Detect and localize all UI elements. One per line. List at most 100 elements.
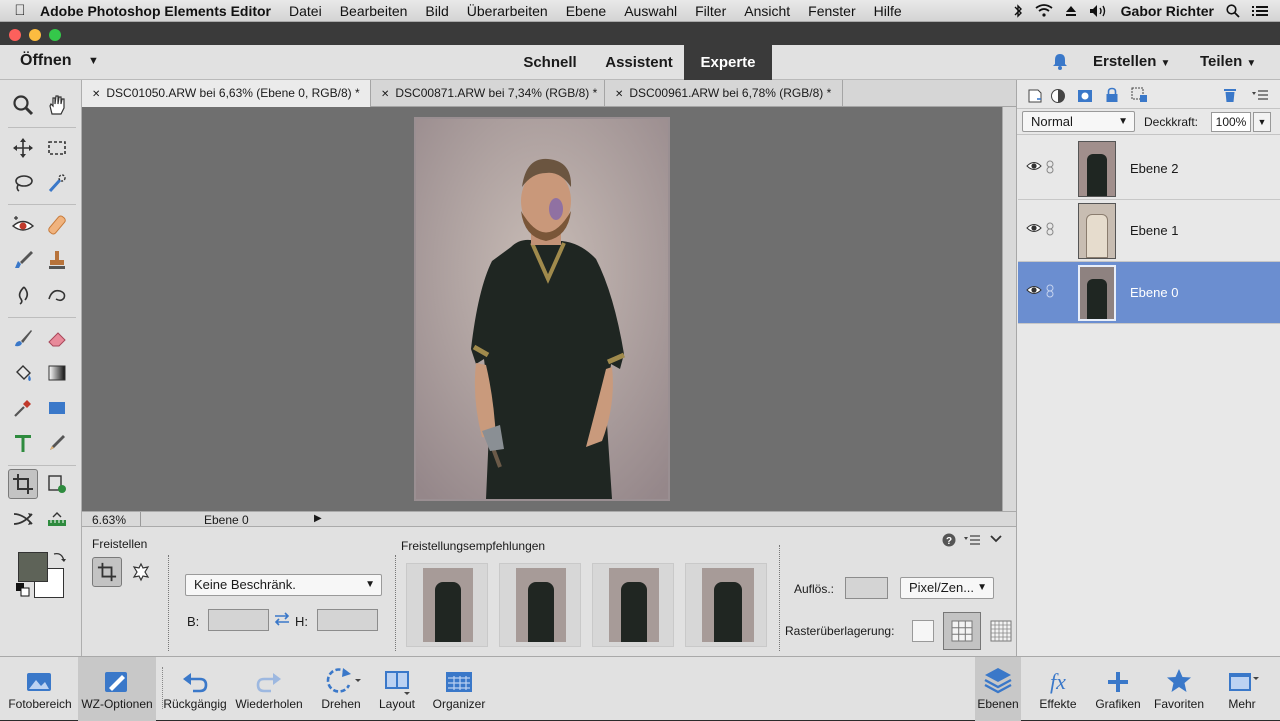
share-menu[interactable]: Teilen ▼ [1200, 53, 1256, 70]
notification-list-icon[interactable] [1252, 5, 1268, 17]
close-window-button[interactable] [9, 29, 21, 41]
more-button[interactable]: Mehr [1214, 657, 1270, 721]
crop-tool-icon[interactable] [8, 469, 38, 499]
layer-row-ebene-0[interactable]: Ebene 0 [1018, 262, 1280, 324]
doc-tab-3[interactable]: ✕ DSC00961.ARW bei 6,78% (RGB/8) * [605, 80, 843, 107]
layer-row-ebene-2[interactable]: Ebene 2 [1018, 138, 1280, 200]
doc-tab-2[interactable]: ✕ DSC00871.ARW bei 7,34% (RGB/8) * [371, 80, 605, 107]
menu-bild[interactable]: Bild [425, 3, 448, 19]
apple-icon[interactable]:  [0, 2, 40, 19]
graphics-button[interactable]: Grafiken [1092, 657, 1144, 721]
smudge-tool-icon[interactable] [42, 280, 72, 310]
vertical-scrollbar[interactable] [1002, 107, 1016, 511]
rectangle-shape-tool-icon[interactable] [42, 393, 72, 423]
eject-icon[interactable] [1065, 5, 1077, 17]
layer-mask-icon[interactable] [1077, 88, 1093, 104]
zoom-tool-icon[interactable] [8, 90, 38, 120]
open-button[interactable]: Öffnen [20, 52, 72, 70]
default-colors-icon[interactable] [16, 583, 30, 597]
type-tool-icon[interactable] [8, 428, 38, 458]
foreground-color-swatch[interactable] [18, 552, 48, 582]
layer-link-icon[interactable] [1046, 284, 1054, 298]
layer-visibility-eye-icon[interactable] [1026, 222, 1042, 234]
grid-overlay-thirds-button[interactable] [943, 612, 981, 650]
menu-ansicht[interactable]: Ansicht [744, 3, 790, 19]
create-menu[interactable]: Erstellen ▼ [1093, 53, 1170, 70]
user-menu[interactable]: Gabor Richter [1121, 3, 1214, 19]
resolution-input[interactable] [845, 577, 888, 599]
lasso-tool-icon[interactable] [8, 168, 38, 198]
wifi-icon[interactable] [1035, 4, 1053, 17]
favorites-button[interactable]: Favoriten [1150, 657, 1208, 721]
layers-button[interactable]: Ebenen [975, 657, 1021, 721]
menu-hilfe[interactable]: Hilfe [874, 3, 902, 19]
quick-selection-tool-icon[interactable] [42, 168, 72, 198]
menu-bearbeiten[interactable]: Bearbeiten [340, 3, 408, 19]
brush-tool-icon[interactable] [8, 323, 38, 353]
spotlight-search-icon[interactable] [1226, 3, 1240, 18]
tool-options-button[interactable]: WZ-Optionen [78, 657, 156, 721]
menu-auswahl[interactable]: Auswahl [624, 3, 677, 19]
mode-tab-schnell[interactable]: Schnell [508, 45, 592, 80]
red-eye-tool-icon[interactable] [8, 210, 38, 240]
app-menu[interactable]: Adobe Photoshop Elements Editor [40, 3, 271, 19]
rotate-button[interactable]: Drehen [308, 657, 374, 721]
document-image[interactable] [414, 117, 670, 501]
smart-brush-tool-icon[interactable] [8, 245, 38, 275]
grid-overlay-grid-button[interactable] [990, 620, 1012, 642]
redo-button[interactable]: Wiederholen [232, 657, 306, 721]
blend-mode-dropdown[interactable]: Normal ▼ [1022, 111, 1135, 132]
cookie-cutter-icon[interactable] [126, 557, 156, 587]
panel-menu-icon[interactable] [1252, 89, 1268, 101]
move-tool-icon[interactable] [8, 133, 38, 163]
height-input[interactable] [317, 609, 378, 631]
paint-bucket-tool-icon[interactable] [8, 358, 38, 388]
grid-overlay-none-button[interactable] [912, 620, 934, 642]
swap-colors-icon[interactable] [52, 550, 66, 564]
options-menu-icon[interactable] [964, 534, 980, 546]
undo-button[interactable]: Rückgängig [160, 657, 230, 721]
blur-tool-icon[interactable] [8, 280, 38, 310]
bluetooth-icon[interactable] [1013, 3, 1023, 18]
recompose-tool-icon[interactable] [42, 469, 72, 499]
organizer-button[interactable]: Organizer [426, 657, 492, 721]
layer-link-icon[interactable] [1046, 160, 1054, 174]
constraint-dropdown[interactable]: Keine Beschränk. ▼ [185, 574, 382, 596]
eraser-tool-icon[interactable] [42, 323, 72, 353]
menu-datei[interactable]: Datei [289, 3, 322, 19]
trash-icon[interactable] [1223, 87, 1237, 103]
collapse-options-icon[interactable] [990, 534, 1002, 544]
opacity-dropdown-icon[interactable]: ▼ [1253, 112, 1271, 132]
resolution-unit-dropdown[interactable]: Pixel/Zen... ▼ [900, 577, 994, 599]
menu-filter[interactable]: Filter [695, 3, 726, 19]
content-aware-move-icon[interactable] [8, 504, 38, 534]
swap-dimensions-icon[interactable] [274, 612, 290, 626]
lock-transparent-icon[interactable] [1131, 87, 1149, 103]
effects-button[interactable]: fx Effekte [1033, 657, 1083, 721]
eyedropper-tool-icon[interactable] [8, 393, 38, 423]
zoom-window-button[interactable] [49, 29, 61, 41]
layer-link-icon[interactable] [1046, 222, 1054, 236]
spot-healing-brush-icon[interactable] [42, 210, 72, 240]
gradient-tool-icon[interactable] [42, 358, 72, 388]
help-icon[interactable]: ? [942, 533, 956, 547]
opacity-input[interactable]: 100% [1211, 112, 1251, 132]
menu-fenster[interactable]: Fenster [808, 3, 855, 19]
layout-button[interactable]: Layout [374, 657, 420, 721]
straighten-tool-icon[interactable] [42, 504, 72, 534]
adjustment-layer-icon[interactable] [1050, 88, 1068, 104]
layer-visibility-eye-icon[interactable] [1026, 160, 1042, 172]
open-dropdown-arrow-icon[interactable]: ▼ [88, 55, 99, 67]
layer-visibility-eye-icon[interactable] [1026, 284, 1042, 296]
hand-tool-icon[interactable] [42, 90, 72, 120]
doc-tab-1[interactable]: ✕ DSC01050.ARW bei 6,63% (Ebene 0, RGB/8)… [82, 80, 371, 107]
menu-ueberarbeiten[interactable]: Überarbeiten [467, 3, 548, 19]
width-input[interactable] [208, 609, 269, 631]
new-layer-icon[interactable] [1027, 88, 1043, 104]
close-tab-icon[interactable]: ✕ [92, 89, 100, 100]
crop-mode-icon[interactable] [92, 557, 122, 587]
mode-tab-experte[interactable]: Experte [684, 45, 772, 80]
pencil-tool-icon[interactable] [42, 428, 72, 458]
image-canvas[interactable] [82, 107, 1002, 511]
rectangular-marquee-tool-icon[interactable] [42, 133, 72, 163]
